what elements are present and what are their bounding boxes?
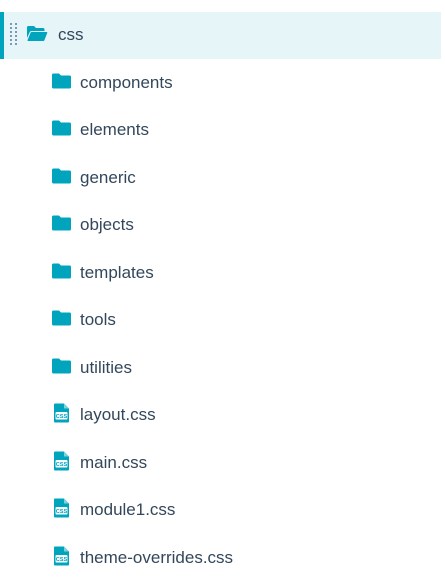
- tree-item-file[interactable]: CSS module1.css: [0, 486, 441, 533]
- tree-item-folder[interactable]: utilities: [0, 344, 441, 391]
- tree-item-css-folder[interactable]: css: [0, 12, 441, 59]
- drag-handle-icon[interactable]: [10, 23, 18, 47]
- tree-item-label: components: [80, 73, 173, 92]
- svg-text:CSS: CSS: [56, 462, 68, 468]
- folder-icon: [51, 356, 72, 376]
- tree-item-label: objects: [80, 215, 134, 234]
- folder-icon: [51, 308, 72, 328]
- tree-item-label: main.css: [80, 453, 148, 472]
- folder-icon: [51, 213, 72, 233]
- tree-item-label: css: [58, 25, 84, 44]
- tree-item-file[interactable]: CSS theme-overrides.css: [0, 534, 441, 581]
- tree-item-folder[interactable]: components: [0, 59, 441, 106]
- svg-text:CSS: CSS: [56, 414, 68, 420]
- folder-open-icon: [26, 24, 48, 44]
- css-file-icon: CSS: [51, 546, 72, 566]
- tree-item-folder[interactable]: objects: [0, 201, 441, 248]
- tree-item-folder[interactable]: tools: [0, 296, 441, 343]
- tree-item-label: module1.css: [80, 500, 176, 519]
- tree-item-label: generic: [80, 168, 136, 187]
- css-file-icon: CSS: [51, 403, 72, 423]
- folder-icon: [51, 166, 72, 186]
- folder-icon: [51, 261, 72, 281]
- tree-item-file[interactable]: CSS main.css: [0, 439, 441, 486]
- tree-item-folder[interactable]: elements: [0, 106, 441, 153]
- svg-text:CSS: CSS: [56, 557, 68, 563]
- tree-item-file[interactable]: CSS layout.css: [0, 391, 441, 438]
- svg-text:CSS: CSS: [56, 509, 68, 515]
- tree-item-label: layout.css: [80, 405, 156, 424]
- tree-item-label: templates: [80, 263, 154, 282]
- tree-item-label: utilities: [80, 358, 132, 377]
- tree-item-label: theme-overrides.css: [80, 548, 234, 567]
- css-file-icon: CSS: [51, 498, 72, 518]
- tree-item-folder[interactable]: generic: [0, 154, 441, 201]
- folder-icon: [51, 71, 72, 91]
- tree-item-label: tools: [80, 310, 116, 329]
- tree-item-label: elements: [80, 120, 149, 139]
- file-tree: css components elements generic objects …: [0, 0, 445, 588]
- folder-icon: [51, 118, 72, 138]
- css-file-icon: CSS: [51, 451, 72, 471]
- tree-item-folder[interactable]: templates: [0, 249, 441, 296]
